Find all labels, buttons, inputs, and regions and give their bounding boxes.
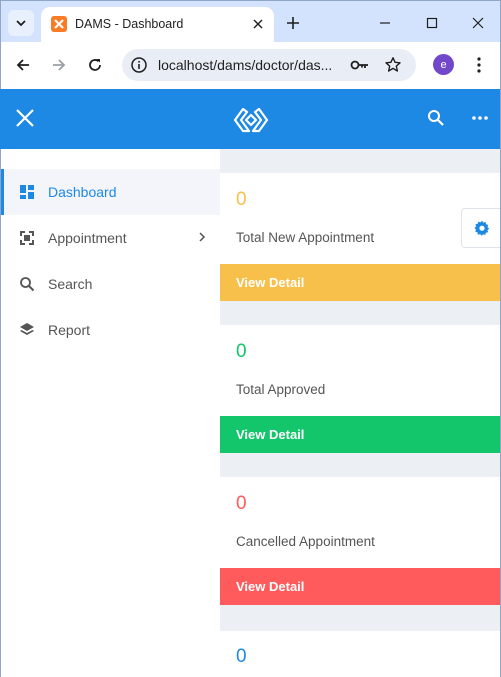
card-label: Cancelled Appointment (236, 534, 375, 549)
close-icon (253, 19, 263, 29)
sidebar-item-label: Search (48, 276, 93, 292)
minimize-icon (380, 22, 390, 24)
browser-tabstrip: DAMS - Dashboard (0, 0, 501, 43)
forward-button[interactable] (48, 54, 70, 76)
tab-close-button[interactable] (250, 16, 266, 32)
password-key-icon[interactable] (350, 57, 370, 73)
tab-title: DAMS - Dashboard (75, 17, 184, 31)
new-tab-button[interactable] (283, 13, 303, 33)
dashboard-content: 0 Total New Appointment View Detail 0 To… (220, 149, 501, 677)
chevron-right-icon (199, 232, 206, 242)
address-bar[interactable]: localhost/dams/doctor/das... (122, 49, 416, 81)
arrow-right-icon (53, 59, 66, 71)
sidebar-item-dashboard[interactable]: Dashboard (1, 169, 221, 215)
browser-toolbar: localhost/dams/doctor/das... e (0, 42, 501, 89)
view-detail-button[interactable]: View Detail (220, 416, 501, 453)
window-close-button[interactable] (466, 11, 490, 35)
close-sidebar-icon[interactable] (14, 107, 36, 129)
back-button[interactable] (12, 54, 34, 76)
arrow-left-icon (16, 59, 29, 71)
sidebar: Dashboard Appointment Search Report (0, 149, 221, 677)
view-detail-button[interactable]: View Detail (220, 568, 501, 605)
maximize-icon (426, 17, 438, 29)
stat-card-new-appointment: 0 Total New Appointment View Detail (220, 173, 501, 301)
app-logo-icon[interactable] (233, 105, 269, 135)
browser-tab-active[interactable]: DAMS - Dashboard (41, 7, 274, 43)
card-label: Total New Appointment (236, 230, 375, 245)
plus-icon (287, 17, 299, 29)
sidebar-item-label: Appointment (48, 230, 127, 246)
view-detail-label: View Detail (236, 427, 305, 442)
sidebar-item-label: Report (48, 322, 91, 338)
sidebar-item-report[interactable]: Report (1, 307, 221, 353)
stat-card-approved: 0 Total Approved View Detail (220, 325, 501, 453)
more-horizontal-icon[interactable] (469, 108, 491, 128)
view-detail-button[interactable]: View Detail (220, 264, 501, 301)
search-icon[interactable] (426, 108, 446, 128)
url-text: localhost/dams/doctor/das... (158, 57, 333, 73)
browser-menu-button[interactable] (469, 54, 489, 76)
more-vertical-icon (477, 57, 481, 73)
card-count: 0 (236, 493, 247, 514)
chevron-down-icon (16, 20, 26, 27)
reload-icon (89, 59, 101, 71)
view-detail-label: View Detail (236, 275, 305, 290)
site-info-icon[interactable] (130, 56, 148, 74)
layers-icon (20, 323, 34, 335)
card-label: Total Approved (236, 382, 326, 397)
tab-search-button[interactable] (8, 10, 34, 36)
stat-card-cancelled: 0 Cancelled Appointment View Detail (220, 477, 501, 605)
sidebar-item-appointment[interactable]: Appointment (1, 215, 221, 261)
card-count: 0 (236, 341, 247, 362)
sidebar-item-label: Dashboard (48, 184, 117, 200)
stat-card-fourth: 0 (220, 631, 501, 677)
appointment-icon (20, 231, 34, 245)
view-detail-label: View Detail (236, 579, 305, 594)
maximize-button[interactable] (420, 11, 444, 35)
settings-toggle-button[interactable] (461, 208, 501, 248)
gear-icon (473, 220, 489, 236)
profile-avatar[interactable]: e (433, 54, 454, 75)
dashboard-icon (20, 185, 34, 199)
card-count: 0 (236, 646, 247, 667)
close-icon (472, 17, 484, 29)
card-count: 0 (236, 189, 247, 210)
sidebar-item-search[interactable]: Search (1, 261, 221, 307)
reload-button[interactable] (84, 54, 106, 76)
bookmark-star-icon[interactable] (384, 56, 402, 74)
search-icon (20, 277, 35, 292)
minimize-button[interactable] (373, 11, 397, 35)
xampp-favicon-icon (51, 16, 67, 32)
